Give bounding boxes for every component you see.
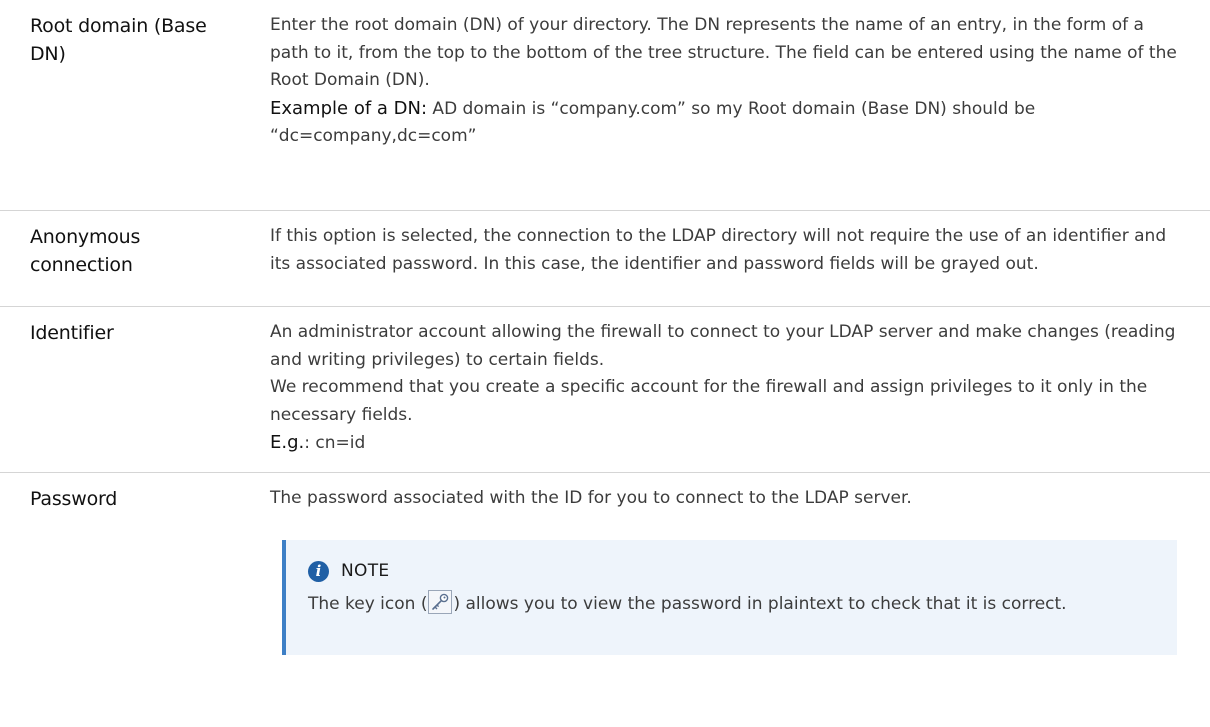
description-identifier: An administrator account allowing the fi… (270, 319, 1180, 458)
example-label: Example of a DN: (270, 97, 428, 119)
note-title: NOTE (341, 561, 390, 581)
table-row: Root domain (Base DN) Enter the root dom… (0, 0, 1210, 211)
description-root-domain: Enter the root domain (DN) of your direc… (270, 12, 1180, 151)
table-row: Identifier An administrator account allo… (0, 307, 1210, 473)
table-row: Anonymous connection If this option is s… (0, 211, 1210, 307)
note-header: i NOTE (308, 558, 389, 584)
description-text: Enter the root domain (DN) of your direc… (270, 15, 1177, 90)
example-line: E.g.: cn=id (270, 429, 1180, 458)
description-text: An administrator account allowing the fi… (270, 322, 1176, 370)
note-text-before: The key icon ( (308, 594, 428, 614)
term-anonymous-connection: Anonymous connection (30, 226, 141, 276)
example-line: Example of a DN: AD domain is “company.c… (270, 95, 1180, 151)
note-box: i NOTE The key icon ( ) allows you to vi… (282, 540, 1177, 655)
description-text: If this option is selected, the connecti… (270, 226, 1167, 274)
example-text: : cn=id (304, 433, 366, 453)
note-text-after: ) allows you to view the password in pla… (453, 594, 1067, 614)
term-identifier: Identifier (30, 322, 114, 344)
description-anonymous-connection: If this option is selected, the connecti… (270, 223, 1180, 278)
term-root-domain: Root domain (Base DN) (30, 15, 207, 65)
example-label: E.g. (270, 432, 305, 453)
description-password: The password associated with the ID for … (270, 485, 1180, 513)
description-text: The password associated with the ID for … (270, 488, 912, 508)
key-icon (428, 590, 453, 614)
note-body: The key icon ( ) allows you to view the … (308, 590, 1138, 619)
info-icon: i (308, 560, 329, 582)
table-row: Password The password associated with th… (0, 473, 1210, 727)
term-password: Password (30, 488, 118, 510)
description-text-2: We recommend that you create a specific … (270, 377, 1148, 425)
